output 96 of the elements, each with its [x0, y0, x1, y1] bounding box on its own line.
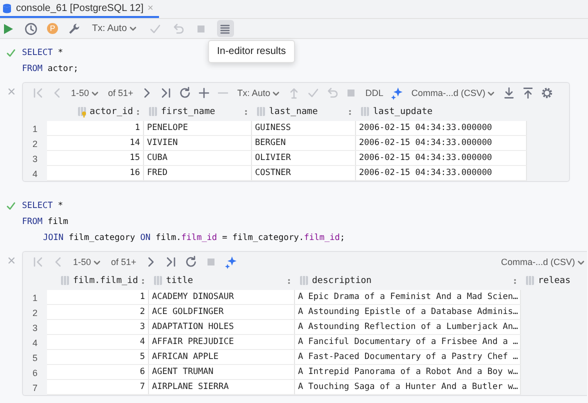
export-format-dropdown[interactable]: Comma-...d (CSV) — [409, 88, 498, 98]
table-cell: AFRICAN APPLE — [149, 350, 295, 365]
table-cell: 16 — [47, 166, 144, 181]
column-header[interactable]: last_update — [373, 107, 433, 117]
results-button[interactable] — [216, 20, 234, 37]
code-line: FROM film — [22, 217, 68, 227]
table-cell: 2006-02-15 04:34:33.000000 — [356, 151, 527, 166]
table-cell: 6 — [47, 365, 149, 380]
row-number: 4 — [31, 168, 38, 180]
table-cell: ACADEMY DINOSAUR — [149, 290, 295, 305]
row-number: 1 — [31, 292, 38, 304]
code-line: SELECT * — [22, 201, 63, 211]
table-cell: CUBA — [144, 151, 252, 166]
plus-icon[interactable] — [197, 86, 212, 100]
row-number: 6 — [31, 366, 38, 380]
table-cell: 2 — [47, 305, 149, 320]
table-cell: GUINESS — [252, 121, 356, 136]
table-cell: A Touching Saga of a Hunter And a Butler w… — [295, 380, 521, 395]
column-header[interactable]: last_name — [269, 107, 318, 117]
refresh-icon[interactable] — [184, 255, 198, 269]
table-cell: ADAPTATION HOLES — [149, 320, 295, 335]
transaction-mode-dropdown[interactable]: Tx: Auto — [235, 88, 282, 98]
table-cell: PENELOPE — [144, 121, 252, 136]
column-menu-icon[interactable] — [141, 278, 145, 284]
table-cell: AIRPLANE SIERRA — [149, 380, 295, 395]
caret-icon — [577, 258, 585, 266]
table-cell: A Astounding Reflection of a Lumberjack An… — [295, 320, 521, 335]
table-cell: 2006-02-15 04:34:33.000000 — [356, 136, 527, 151]
wrench-icon[interactable] — [67, 22, 81, 36]
table-cell: 1 — [47, 121, 144, 136]
caret-icon — [487, 90, 496, 96]
tooltip: In-editor results — [208, 40, 295, 63]
upload-icon[interactable] — [521, 86, 536, 100]
table-cell: A Intrepid Panorama of a Robot And a Boy w… — [295, 365, 521, 380]
row-number: 7 — [31, 382, 38, 394]
column-header[interactable]: film.film_id — [72, 276, 138, 286]
column-header[interactable]: description — [312, 276, 372, 286]
column-header[interactable]: actor_id — [90, 107, 133, 117]
sparkle-icon[interactable] — [390, 86, 404, 100]
row-number: 1 — [31, 122, 38, 136]
code-line: JOIN film_category ON film.film_id = film_category.film_id; — [42, 233, 345, 243]
table-cell: COSTNER — [252, 166, 356, 181]
ddl-button[interactable]: DDL — [363, 88, 386, 98]
run-icon[interactable] — [1, 22, 15, 36]
table-cell: 5 — [47, 350, 149, 365]
settings-icon[interactable] — [540, 86, 554, 100]
table-cell: FRED — [144, 166, 252, 181]
clock-icon[interactable] — [24, 22, 38, 36]
column-header[interactable]: releas — [538, 276, 571, 286]
table-cell: A Fanciful Documentary of a Frisbee And a … — [295, 335, 521, 350]
table-cell: 7 — [47, 380, 149, 395]
refresh-icon[interactable] — [178, 86, 192, 100]
table-cell: VIVIEN — [144, 136, 252, 151]
column-header[interactable]: first_name — [161, 107, 216, 117]
table-cell: 2006-02-15 04:34:33.000000 — [356, 121, 527, 136]
table-cell: BERGEN — [252, 136, 356, 151]
page-size-dropdown[interactable]: 1-50 — [71, 257, 104, 267]
row-number: 3 — [31, 322, 38, 334]
column-menu-icon[interactable] — [348, 108, 352, 116]
table-cell: A Epic Drama of a Feminist And a Mad Scien… — [295, 290, 521, 305]
code-line: SELECT * — [22, 48, 63, 58]
download-icon[interactable] — [502, 86, 516, 100]
caret-icon — [128, 25, 137, 32]
column-menu-icon[interactable] — [513, 278, 517, 284]
table-cell: A Fast-Paced Documentary of a Pastry Chef … — [295, 350, 521, 365]
caret-icon — [91, 90, 100, 96]
table-cell: A Astounding Epistle of a Database Adminis… — [295, 305, 521, 320]
row-count-link[interactable]: of 51+ — [106, 88, 136, 98]
column-menu-icon[interactable] — [287, 278, 291, 284]
table-cell: AGENT TRUMAN — [149, 365, 295, 380]
row-number: 2 — [31, 138, 38, 150]
table-cell: OLIVIER — [252, 151, 356, 166]
table-cell: 3 — [47, 320, 149, 335]
code-line: FROM actor; — [22, 64, 78, 74]
row-count-link[interactable]: of 51+ — [109, 257, 138, 267]
database-icon — [2, 2, 12, 14]
table-cell: ACE GOLDFINGER — [149, 305, 295, 320]
caret-icon — [272, 90, 280, 96]
table-cell: 1 — [47, 290, 149, 305]
column-header[interactable]: title — [166, 276, 194, 286]
row-number: 5 — [31, 352, 38, 364]
table-cell: 15 — [47, 151, 144, 166]
page-size-dropdown[interactable]: 1-50 — [69, 88, 102, 98]
caret-icon — [93, 258, 102, 266]
row-number: 2 — [31, 306, 38, 320]
sparkle-icon[interactable] — [224, 255, 238, 269]
table-cell: 4 — [47, 335, 149, 350]
transaction-mode-dropdown[interactable]: Tx: Auto — [90, 23, 139, 34]
row-number: 3 — [31, 152, 38, 166]
export-format-dropdown[interactable]: Comma-...d (CSV) — [498, 257, 587, 267]
column-menu-icon[interactable] — [136, 108, 140, 116]
column-menu-icon[interactable] — [244, 108, 248, 116]
table-cell: 2006-02-15 04:34:33.000000 — [356, 166, 527, 181]
table-cell: 14 — [47, 136, 144, 151]
table-cell: AFFAIR PREJUDICE — [149, 335, 295, 350]
row-number: 4 — [31, 336, 38, 350]
